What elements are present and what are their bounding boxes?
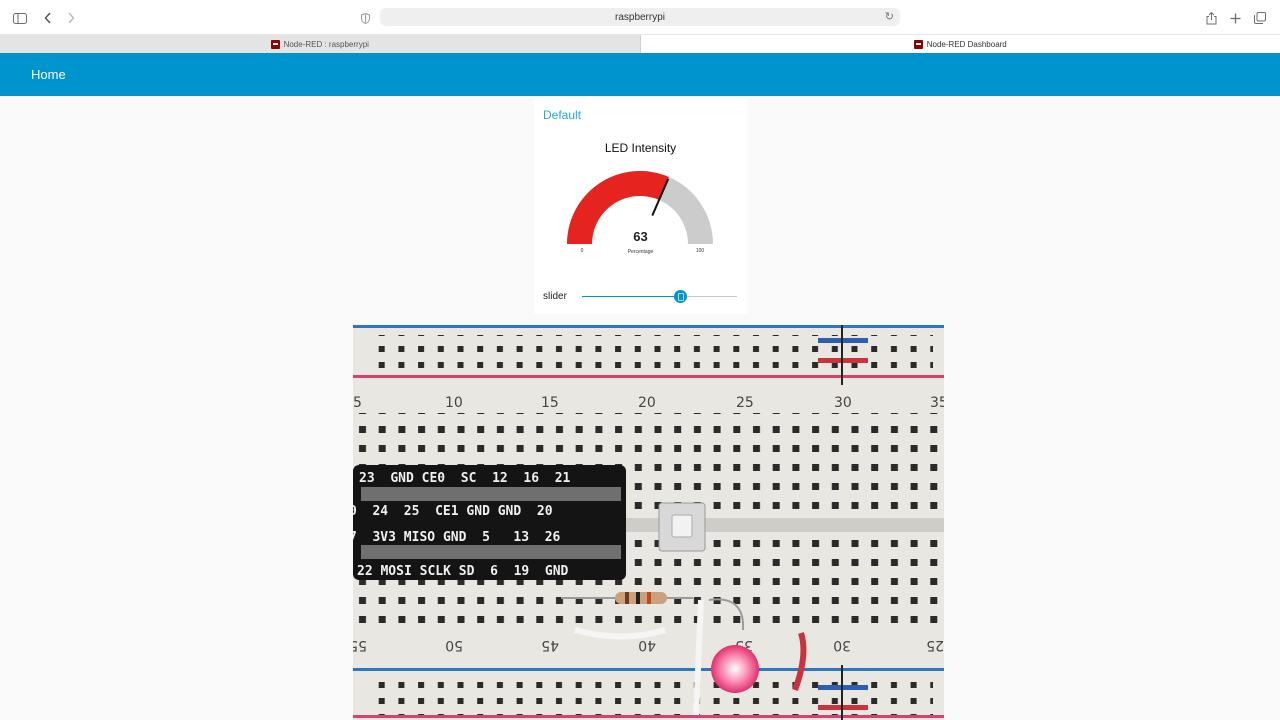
column-number: 25 — [926, 637, 944, 653]
tab-label: Node-RED Dashboard — [926, 39, 1007, 49]
slider-fill — [582, 296, 680, 297]
page-title: Home — [31, 67, 66, 82]
column-number: 15 — [541, 395, 559, 411]
gauge-value: 63 — [633, 229, 648, 244]
slider-track[interactable] — [582, 290, 737, 303]
svg-text:0 24 25 CE1 GND GND 20: 0 24 25 CE1 GND GND 20 — [353, 504, 553, 519]
gauge-units: Percentage — [627, 249, 654, 255]
column-number: 25 — [736, 395, 754, 411]
column-number: 20 — [638, 395, 656, 411]
resistor-component — [615, 592, 667, 604]
tab-bar: Node-RED : raspberrypi Node-RED Dashboar… — [0, 35, 1280, 53]
address-bar[interactable]: raspberrypi ↻ — [380, 8, 900, 26]
tab-node-red-dashboard[interactable]: Node-RED Dashboard — [640, 35, 1280, 53]
svg-text:23 GND CE0 SC 12 16 21: 23 GND CE0 SC 12 16 21 — [359, 471, 571, 486]
sidebar-toggle-icon[interactable] — [11, 9, 29, 27]
node-red-favicon-icon — [270, 39, 280, 49]
back-icon[interactable] — [39, 9, 57, 27]
column-number: 5 — [353, 395, 362, 411]
svg-text:7 3V3 MISO GND 5 13 26: 7 3V3 MISO GND 5 13 26 — [353, 530, 561, 545]
dashboard-group-card: Default LED Intensity 63 Percentage 0 10… — [534, 98, 747, 314]
column-number: 55 — [353, 637, 367, 653]
browser-toolbar: raspberrypi ↻ — [0, 0, 1280, 35]
new-tab-icon[interactable] — [1226, 9, 1244, 27]
reload-icon[interactable]: ↻ — [885, 10, 894, 23]
svg-text:22 MOSI SCLK SD 6 19 GND: 22 MOSI SCLK SD 6 19 GND — [357, 564, 569, 579]
dashboard-toolbar: Home — [0, 53, 1280, 96]
column-number: 30 — [834, 395, 852, 411]
led-component — [711, 645, 759, 693]
tab-overview-icon[interactable] — [1251, 9, 1269, 27]
column-number: 40 — [638, 637, 656, 653]
tab-label: Node-RED : raspberrypi — [283, 39, 369, 49]
node-red-favicon-icon — [913, 39, 923, 49]
slider-thumb[interactable] — [673, 290, 687, 303]
breadboard-image: 5 10 15 20 25 30 35 55 50 45 40 35 30 25 — [353, 325, 944, 720]
tab-node-red-editor[interactable]: Node-RED : raspberrypi — [0, 35, 641, 53]
gauge-max-label: 100 — [695, 248, 705, 254]
column-number: 35 — [930, 395, 944, 411]
forward-icon[interactable] — [62, 9, 80, 27]
privacy-shield-icon[interactable] — [356, 9, 374, 27]
slider-label: slider — [543, 291, 567, 302]
camera-feed: 5 10 15 20 25 30 35 55 50 45 40 35 30 25 — [353, 325, 944, 720]
share-icon[interactable] — [1202, 9, 1220, 27]
gauge-min-label: 0 — [580, 248, 584, 254]
column-number: 50 — [445, 637, 463, 653]
column-number: 10 — [445, 395, 463, 411]
column-number: 45 — [541, 637, 559, 653]
address-text: raspberrypi — [614, 11, 666, 23]
column-number: 30 — [833, 637, 851, 653]
